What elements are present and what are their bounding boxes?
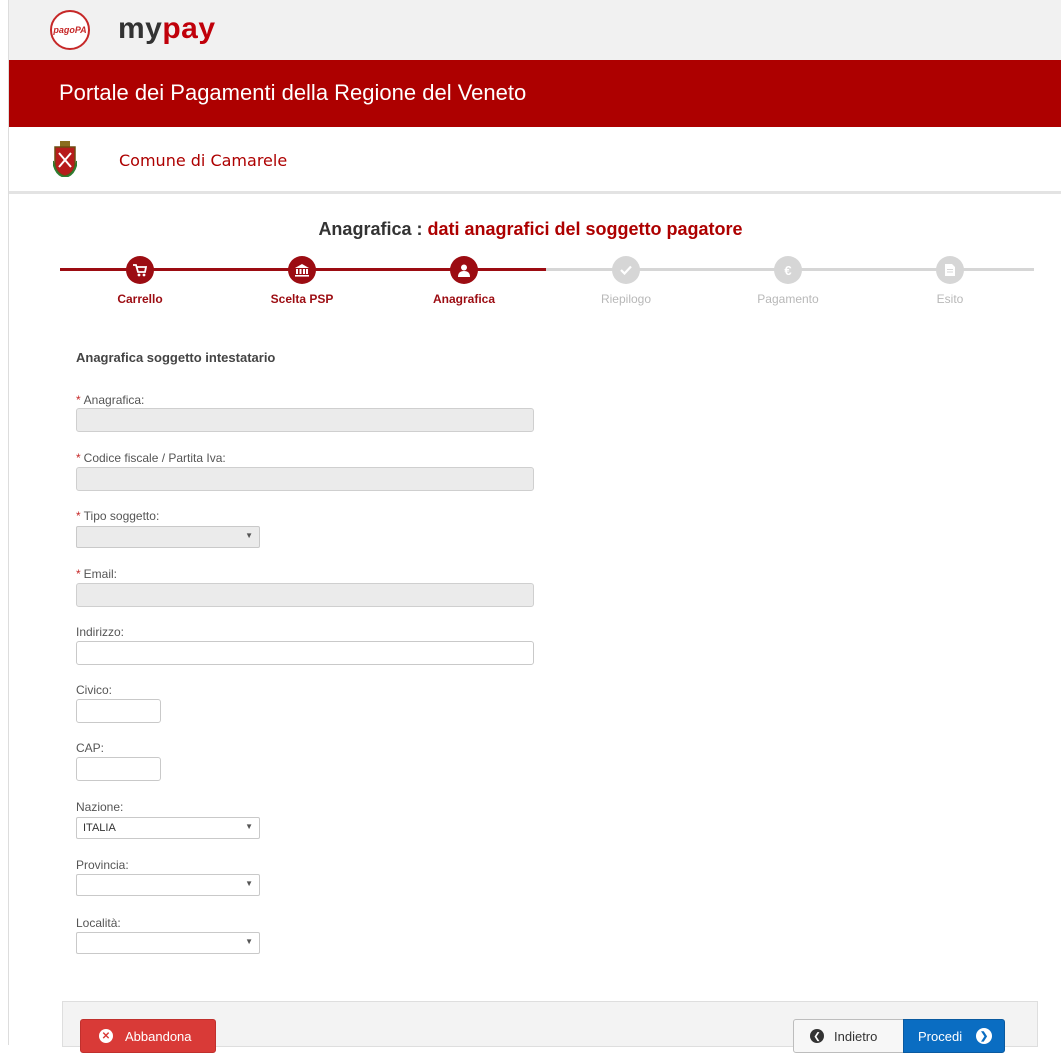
- required-mark: *: [76, 567, 81, 581]
- step-pagamento: € Pagamento: [728, 256, 848, 306]
- codice-fiscale-label: * Codice fiscale / Partita Iva:: [76, 451, 226, 465]
- required-mark: *: [76, 509, 81, 523]
- euro-icon: €: [774, 256, 802, 284]
- cap-input[interactable]: [76, 757, 161, 781]
- procedi-button[interactable]: Procedi ❯: [903, 1019, 1005, 1053]
- anagrafica-input[interactable]: [76, 408, 534, 432]
- nazione-label: Nazione:: [76, 800, 124, 814]
- required-mark: *: [76, 451, 81, 465]
- mypay-logo-pay: pay: [162, 12, 216, 45]
- localita-select[interactable]: ▼: [76, 932, 260, 954]
- mypay-logo: mypay: [118, 12, 216, 46]
- tipo-soggetto-label: * Tipo soggetto:: [76, 509, 160, 523]
- cart-icon: [126, 256, 154, 284]
- step-anagrafica: Anagrafica: [404, 256, 524, 306]
- page-heading-prefix: Anagrafica :: [318, 219, 423, 239]
- dropdown-arrow-icon: ▼: [245, 822, 253, 831]
- indirizzo-input[interactable]: [76, 641, 534, 665]
- step-carrello: Carrello: [80, 256, 200, 306]
- section-title: Anagrafica soggetto intestatario: [76, 350, 276, 365]
- civico-input[interactable]: [76, 699, 161, 723]
- localita-label: Località:: [76, 916, 121, 930]
- abbandona-button[interactable]: ✕ Abbandona: [80, 1019, 216, 1053]
- ente-name[interactable]: Comune di Camarele: [119, 151, 287, 170]
- step-label: Riepilogo: [600, 292, 652, 306]
- provincia-select[interactable]: ▼: [76, 874, 260, 896]
- portal-title: Portale dei Pagamenti della Regione del …: [59, 80, 527, 105]
- codice-fiscale-input[interactable]: [76, 467, 534, 491]
- brand-bar: pagoPA mypay: [9, 0, 1061, 60]
- email-input[interactable]: [76, 583, 534, 607]
- indirizzo-label: Indirizzo:: [76, 625, 125, 639]
- abbandona-label: Abbandona: [125, 1028, 192, 1044]
- email-label: * Email:: [76, 567, 118, 581]
- check-icon: [612, 256, 640, 284]
- required-mark: *: [76, 393, 81, 407]
- dropdown-arrow-icon: ▼: [245, 937, 253, 946]
- dropdown-arrow-icon: ▼: [245, 531, 253, 540]
- page-heading: Anagrafica : dati anagrafici del soggett…: [0, 219, 1061, 240]
- cap-label: CAP:: [76, 741, 105, 755]
- chevron-right-icon: ❯: [976, 1028, 993, 1044]
- pagopa-logo: pagoPA: [50, 10, 90, 50]
- close-circle-icon: ✕: [99, 1029, 113, 1043]
- chevron-left-icon: ❮: [810, 1029, 824, 1043]
- bank-icon: [288, 256, 316, 284]
- user-icon: [450, 256, 478, 284]
- anagrafica-label: * Anagrafica:: [76, 393, 145, 407]
- procedi-label: Procedi: [918, 1028, 963, 1044]
- step-label: Carrello: [117, 292, 163, 306]
- step-esito: Esito: [890, 256, 1010, 306]
- indietro-button[interactable]: ❮ Indietro: [793, 1019, 904, 1053]
- nazione-select[interactable]: ITALIA ▼: [76, 817, 260, 839]
- dropdown-arrow-icon: ▼: [245, 879, 253, 888]
- step-label: Pagamento: [757, 292, 819, 306]
- provincia-label: Provincia:: [76, 858, 129, 872]
- mypay-logo-my: my: [118, 12, 163, 45]
- ente-bar: Comune di Camarele: [9, 127, 1061, 194]
- document-icon: [936, 256, 964, 284]
- step-riepilogo: Riepilogo: [566, 256, 686, 306]
- step-label: Anagrafica: [432, 292, 496, 306]
- pagopa-logo-text: pagoPA: [53, 25, 87, 35]
- tipo-soggetto-select[interactable]: ▼: [76, 526, 260, 548]
- step-label: Esito: [936, 292, 964, 306]
- step-label: Scelta PSP: [270, 292, 334, 306]
- civico-label: Civico:: [76, 683, 113, 697]
- nazione-value: ITALIA: [83, 822, 116, 834]
- portal-header: Portale dei Pagamenti della Regione del …: [9, 60, 1061, 127]
- indietro-label: Indietro: [834, 1028, 878, 1044]
- page-heading-suffix: dati anagrafici del soggetto pagatore: [427, 219, 743, 239]
- municipal-crest-icon: [53, 141, 77, 177]
- step-scelta-psp: Scelta PSP: [242, 256, 362, 306]
